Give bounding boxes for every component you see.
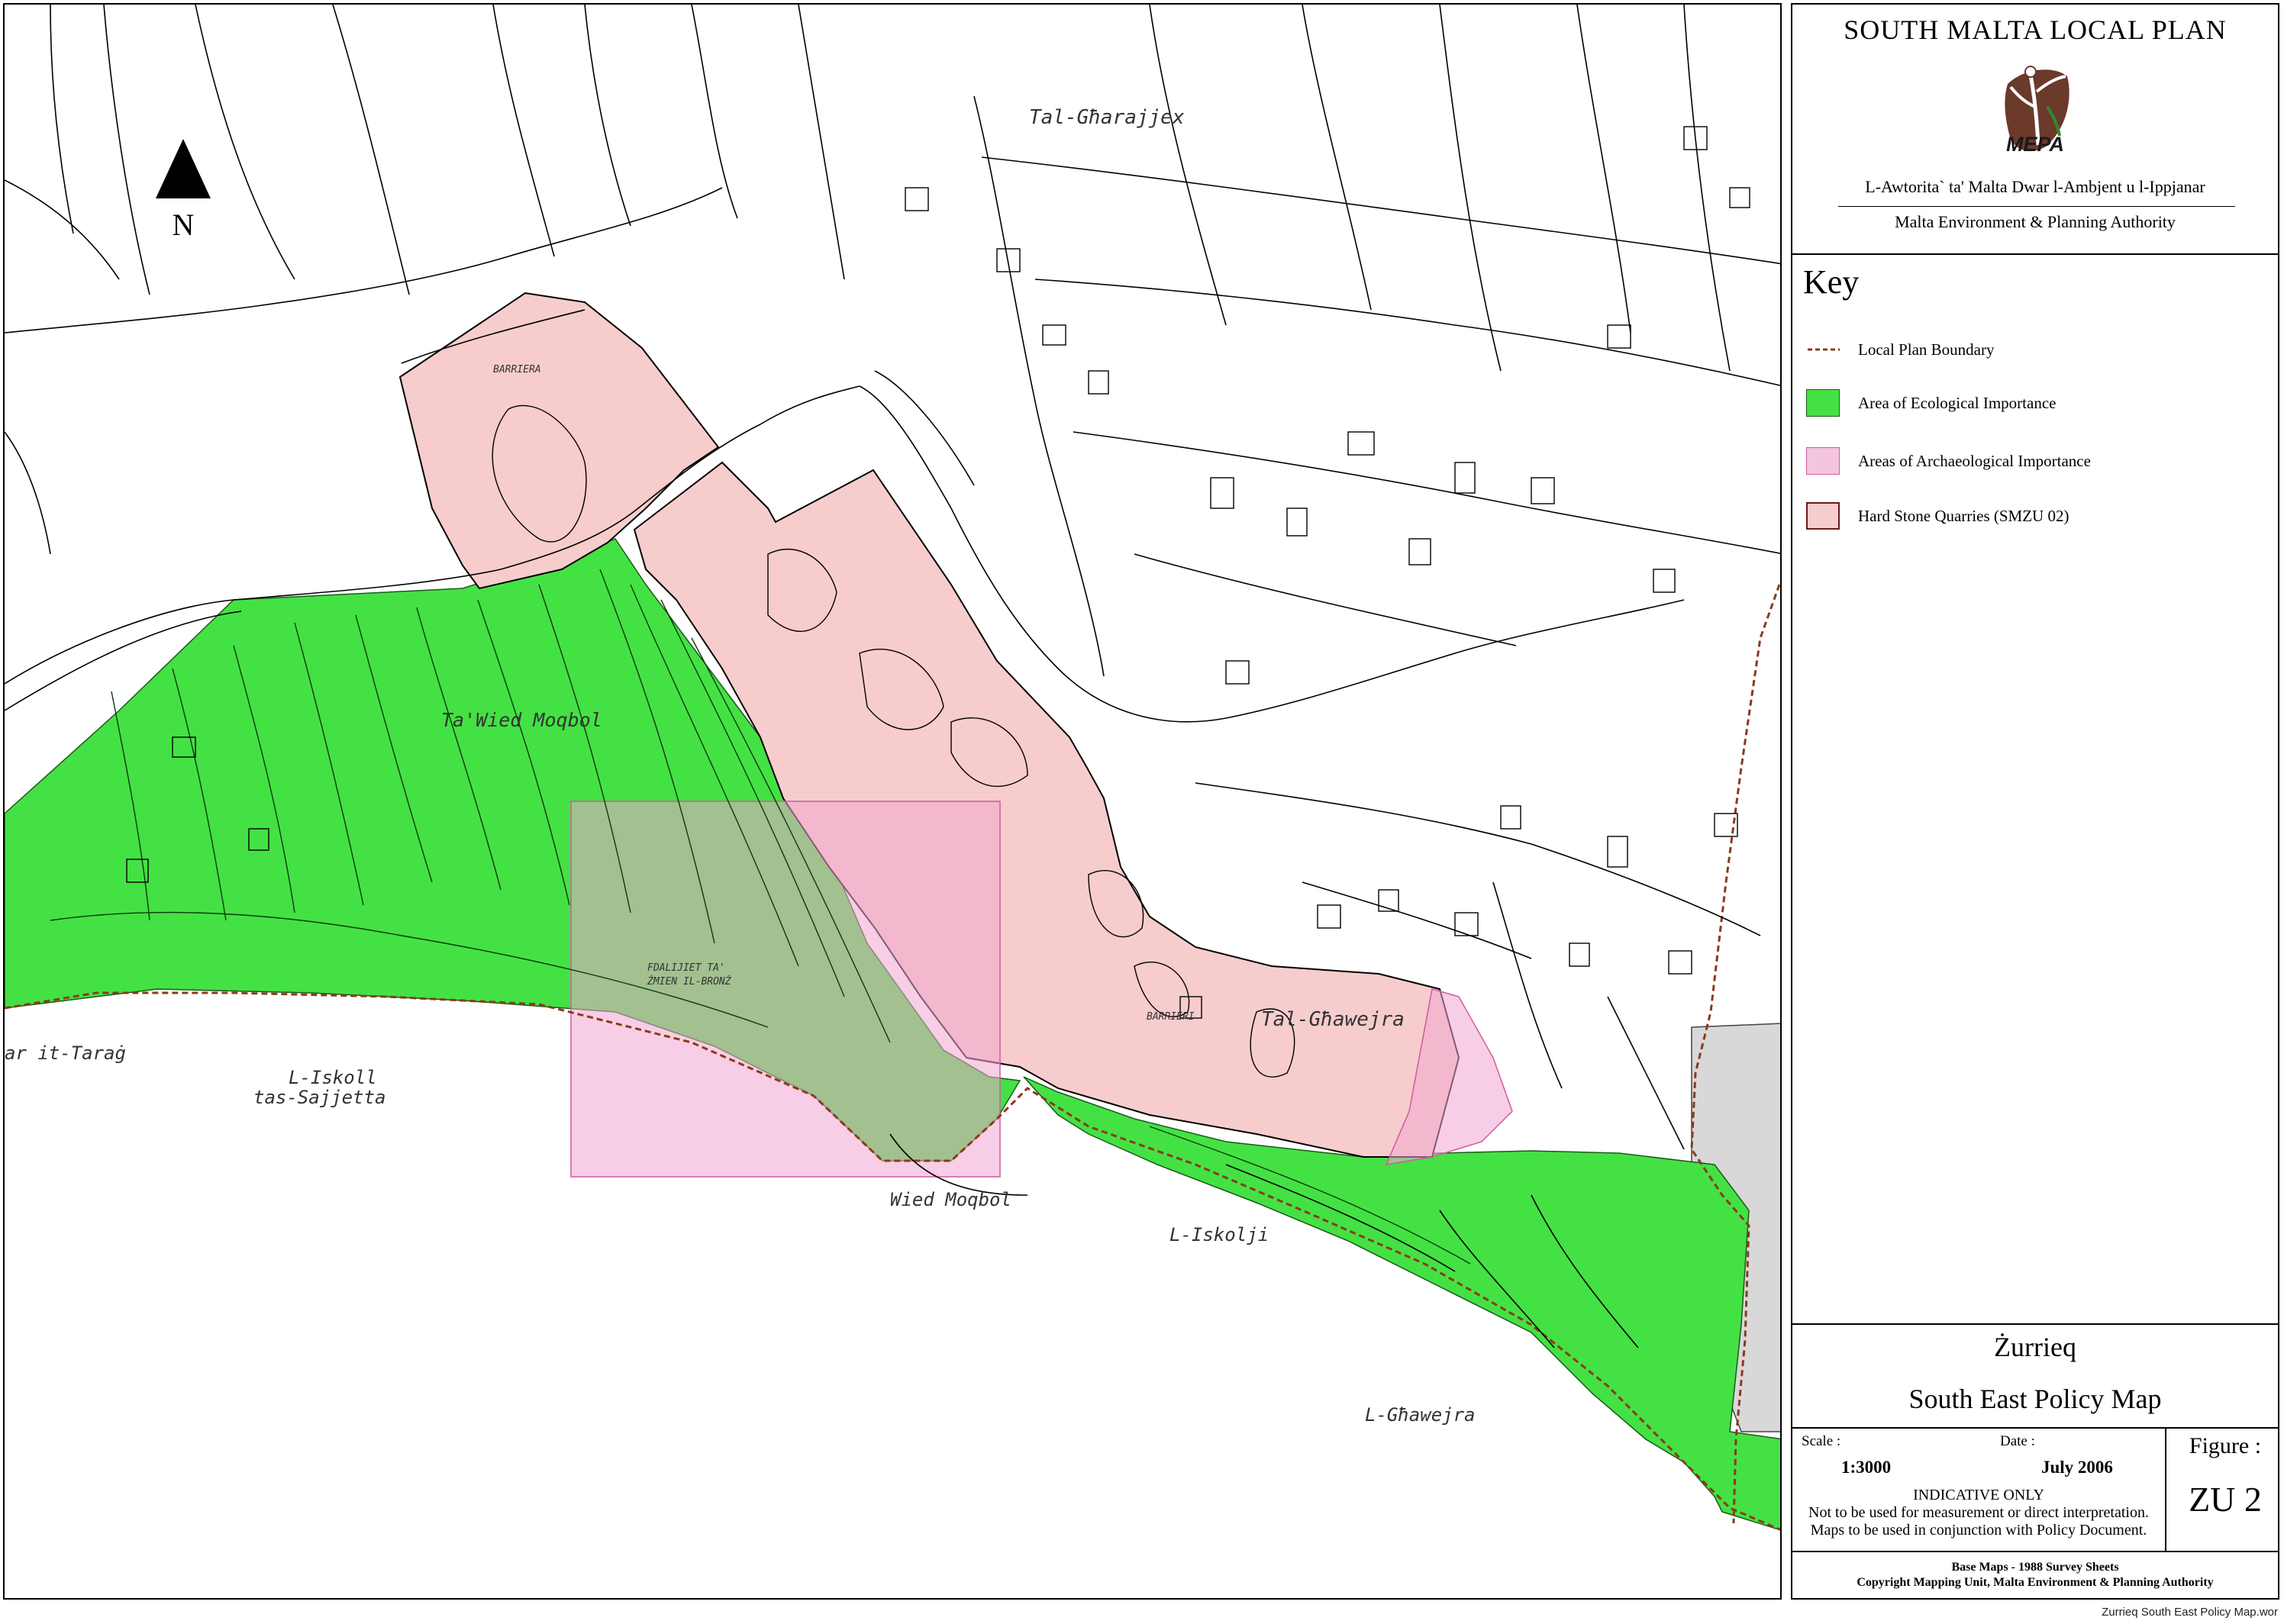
- scale-value: 1:3000: [1841, 1458, 1892, 1477]
- archaeological-area-bronze-age: [570, 801, 1001, 1178]
- authority-name-english: Malta Environment & Planning Authority: [1895, 212, 2176, 231]
- key-title: Key: [1803, 263, 1860, 301]
- authority-divider: [1838, 206, 2235, 207]
- map-area[interactable]: N Tal-Għarajjex BARRIERA Ta'Wied Moqbol …: [3, 3, 1782, 1600]
- label-l-ghawejra: L-Għawejra: [1365, 1404, 1476, 1426]
- scale-label: Scale :: [1802, 1433, 1841, 1449]
- credits-line: Base Maps - 1988 Survey Sheets: [1951, 1561, 2119, 1574]
- label-tal-gharajjex: Tal-Għarajjex: [1029, 106, 1185, 129]
- figure-label: Figure :: [2189, 1433, 2262, 1458]
- label-l-iskoll: L-Iskoll: [289, 1067, 377, 1088]
- indicative-line: INDICATIVE ONLY: [1913, 1487, 2044, 1503]
- map-place-name: Żurrieq: [1994, 1332, 2076, 1362]
- map-title: South East Policy Map: [1908, 1384, 2162, 1414]
- label-wied-moqbol: Wied Moqbol: [890, 1189, 1011, 1210]
- label-ta-wied-moqbol: Ta'Wied Moqbol: [441, 709, 602, 731]
- panel-divider: [1792, 253, 2278, 255]
- titleblock-divider: [1792, 1551, 2278, 1552]
- quarry-swatch: [1806, 502, 1840, 530]
- label-barrieri: BARRIERI: [1147, 1011, 1195, 1023]
- date-label: Date :: [2000, 1433, 2035, 1449]
- key-label: Area of Ecological Importance: [1858, 394, 2057, 412]
- logo-wordmark: MEPA: [2005, 133, 2064, 156]
- ecological-swatch: [1806, 389, 1840, 417]
- label-barriera: BARRIERA: [493, 364, 541, 375]
- titleblock-divider: [1792, 1427, 2278, 1429]
- archaeological-swatch: [1806, 447, 1840, 475]
- label-fdalijiet-1: FDALIJIET TA': [647, 962, 725, 974]
- label-l-iskolji: L-Iskolji: [1169, 1224, 1269, 1245]
- titleblock-divider: [1792, 1323, 2278, 1325]
- credits: Base Maps - 1988 Survey Sheets Copyright…: [1792, 1560, 2278, 1590]
- panel-title: SOUTH MALTA LOCAL PLAN: [1844, 14, 2227, 45]
- north-label: N: [173, 208, 195, 242]
- label-fdalijiet-2: ŻMIEN IL-BRONŻ: [647, 975, 732, 988]
- label-tas-sajjetta: tas-Sajjetta: [253, 1087, 386, 1108]
- figure-divider: [2165, 1427, 2166, 1551]
- indicative-line: Maps to be used in conjunction with Poli…: [1810, 1522, 2147, 1539]
- north-arrow-icon: [156, 139, 211, 198]
- key-label: Local Plan Boundary: [1858, 340, 1995, 359]
- dashed-line-swatch: [1808, 348, 1840, 351]
- label-tal-ghawejra: Tal-Għawejra: [1261, 1008, 1405, 1031]
- credits-line: Copyright Mapping Unit, Malta Environmen…: [1857, 1576, 2214, 1589]
- legend-panel: SOUTH MALTA LOCAL PLAN MEPA L-Awtorita` …: [1791, 3, 2279, 1600]
- key-label: Areas of Archaeological Importance: [1858, 452, 2091, 470]
- authority-name-maltese: L-Awtorita` ta' Malta Dwar l-Ambjent u l…: [1865, 177, 2205, 196]
- date-value: July 2006: [2041, 1458, 2113, 1477]
- indicative-note: INDICATIVE ONLY Not to be used for measu…: [1792, 1487, 2165, 1539]
- map-canvas: N Tal-Għarajjex BARRIERA Ta'Wied Moqbol …: [5, 5, 1780, 1531]
- label-ghar-it-tarag: ar it-Taraġ: [5, 1042, 126, 1064]
- file-name: Zurrieq South East Policy Map.wor: [2102, 1606, 2278, 1619]
- key-label: Hard Stone Quarries (SMZU 02): [1858, 507, 2069, 525]
- indicative-line: Not to be used for measurement or direct…: [1808, 1504, 2149, 1521]
- figure-value: ZU 2: [2189, 1480, 2262, 1519]
